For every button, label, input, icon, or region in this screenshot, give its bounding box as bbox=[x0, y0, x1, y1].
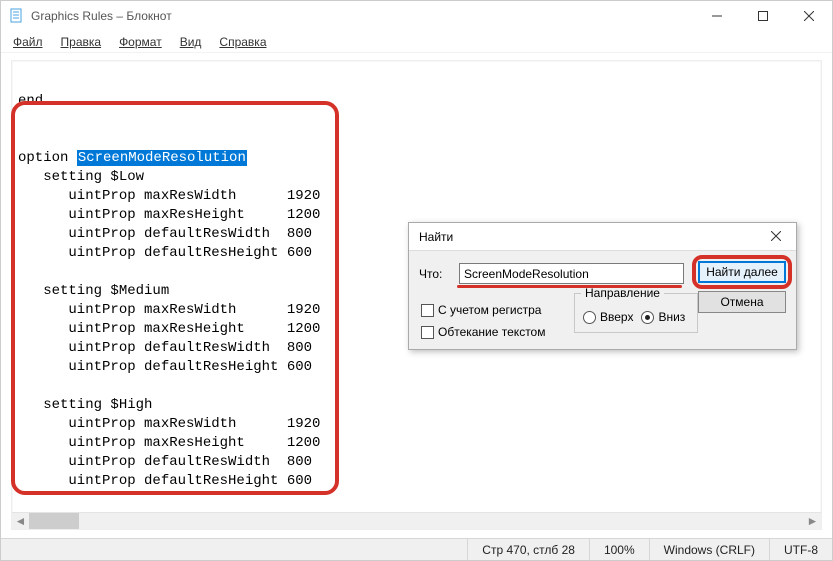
radio-up-label: Вверх bbox=[600, 310, 633, 324]
find-what-input[interactable] bbox=[459, 263, 684, 284]
selected-text: ScreenModeResolution bbox=[77, 150, 247, 166]
radio-down[interactable]: Вниз bbox=[641, 310, 685, 324]
text-line: option bbox=[18, 150, 77, 166]
cancel-button[interactable]: Отмена bbox=[698, 291, 786, 313]
text-line: uintProp maxResWidth 1920 bbox=[18, 188, 320, 204]
find-close-button[interactable] bbox=[762, 230, 790, 244]
wrap-label: Обтекание текстом bbox=[438, 325, 545, 339]
text-line: setting $Medium bbox=[18, 283, 169, 299]
titlebar: Graphics Rules – Блокнот bbox=[1, 1, 832, 31]
scroll-track[interactable] bbox=[79, 513, 804, 529]
scroll-left-icon[interactable]: ◄ bbox=[12, 513, 29, 530]
scroll-right-icon[interactable]: ► bbox=[804, 513, 821, 530]
close-button[interactable] bbox=[786, 1, 832, 31]
menu-edit[interactable]: Правка bbox=[53, 33, 110, 51]
menubar: Файл Правка Формат Вид Справка bbox=[1, 31, 832, 53]
maximize-button[interactable] bbox=[740, 1, 786, 31]
menu-view[interactable]: Вид bbox=[172, 33, 210, 51]
match-case-checkbox[interactable]: С учетом регистра bbox=[421, 303, 545, 317]
find-dialog: Найти Что: Найти далее Отмена Направлени… bbox=[408, 222, 797, 350]
text-line: uintProp defaultResWidth 800 bbox=[18, 454, 312, 470]
wrap-checkbox[interactable]: Обтекание текстом bbox=[421, 325, 545, 339]
text-line: setting $High bbox=[18, 397, 152, 413]
direction-label: Направление bbox=[581, 286, 664, 300]
status-eol: Windows (CRLF) bbox=[649, 539, 769, 560]
status-position: Стр 470, стлб 28 bbox=[467, 539, 589, 560]
find-dialog-title: Найти bbox=[419, 230, 762, 244]
text-line: uintProp maxResWidth 1920 bbox=[18, 416, 320, 432]
text-line: uintProp defaultResHeight 600 bbox=[18, 245, 312, 261]
radio-up[interactable]: Вверх bbox=[583, 310, 633, 324]
text-line: uintProp defaultResHeight 600 bbox=[18, 473, 312, 489]
text-line: uintProp defaultResWidth 800 bbox=[18, 340, 312, 356]
text-line: uintProp maxResHeight 1200 bbox=[18, 207, 320, 223]
menu-file[interactable]: Файл bbox=[5, 33, 51, 51]
annotation-underline bbox=[457, 285, 682, 288]
find-what-label: Что: bbox=[419, 267, 453, 281]
find-next-button[interactable]: Найти далее bbox=[698, 261, 786, 283]
match-case-label: С учетом регистра bbox=[438, 303, 541, 317]
status-encoding: UTF-8 bbox=[769, 539, 832, 560]
scroll-thumb[interactable] bbox=[29, 513, 79, 529]
horizontal-scrollbar[interactable]: ◄ ► bbox=[12, 512, 821, 529]
window-title: Graphics Rules – Блокнот bbox=[31, 9, 694, 23]
text-line: setting $Low bbox=[18, 169, 144, 185]
text-line: end bbox=[18, 93, 43, 109]
menu-format[interactable]: Формат bbox=[111, 33, 170, 51]
app-icon bbox=[9, 8, 25, 24]
text-line: uintProp maxResWidth 1920 bbox=[18, 302, 320, 318]
minimize-button[interactable] bbox=[694, 1, 740, 31]
direction-group: Направление Вверх Вниз bbox=[574, 293, 698, 333]
radio-down-label: Вниз bbox=[658, 310, 685, 324]
text-line: uintProp maxResHeight 1200 bbox=[18, 321, 320, 337]
text-line: uintProp defaultResWidth 800 bbox=[18, 226, 312, 242]
text-line: uintProp maxResHeight 1200 bbox=[18, 435, 320, 451]
menu-help[interactable]: Справка bbox=[211, 33, 274, 51]
status-zoom: 100% bbox=[589, 539, 649, 560]
statusbar: Стр 470, стлб 28 100% Windows (CRLF) UTF… bbox=[1, 538, 832, 560]
find-dialog-titlebar[interactable]: Найти bbox=[409, 223, 796, 251]
text-line: uintProp defaultResHeight 600 bbox=[18, 359, 312, 375]
